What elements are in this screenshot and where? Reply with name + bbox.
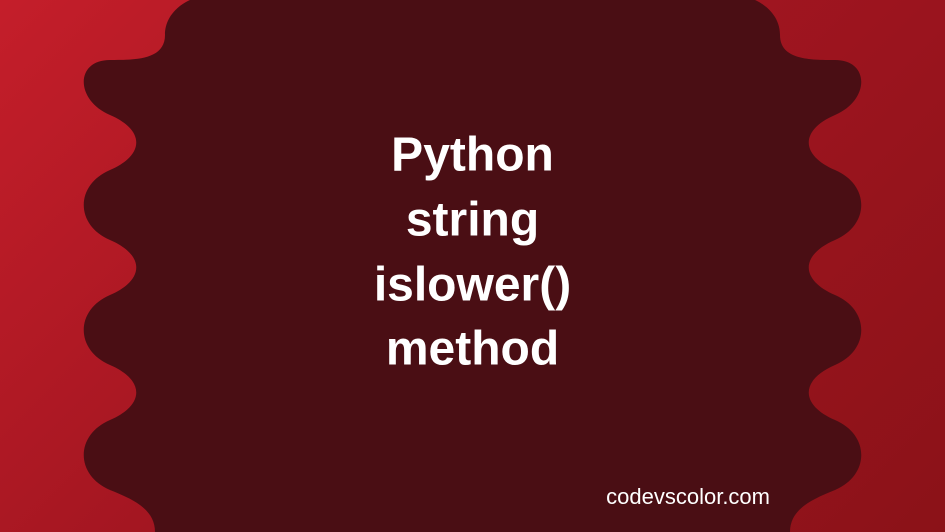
title-line-2: string <box>374 188 571 253</box>
main-title: Python string islower() method <box>374 123 571 382</box>
title-line-1: Python <box>374 123 571 188</box>
title-line-3: islower() <box>374 253 571 318</box>
title-line-4: method <box>374 318 571 383</box>
website-attribution: codevscolor.com <box>606 484 770 510</box>
hero-banner: Python string islower() method codevscol… <box>0 0 945 532</box>
